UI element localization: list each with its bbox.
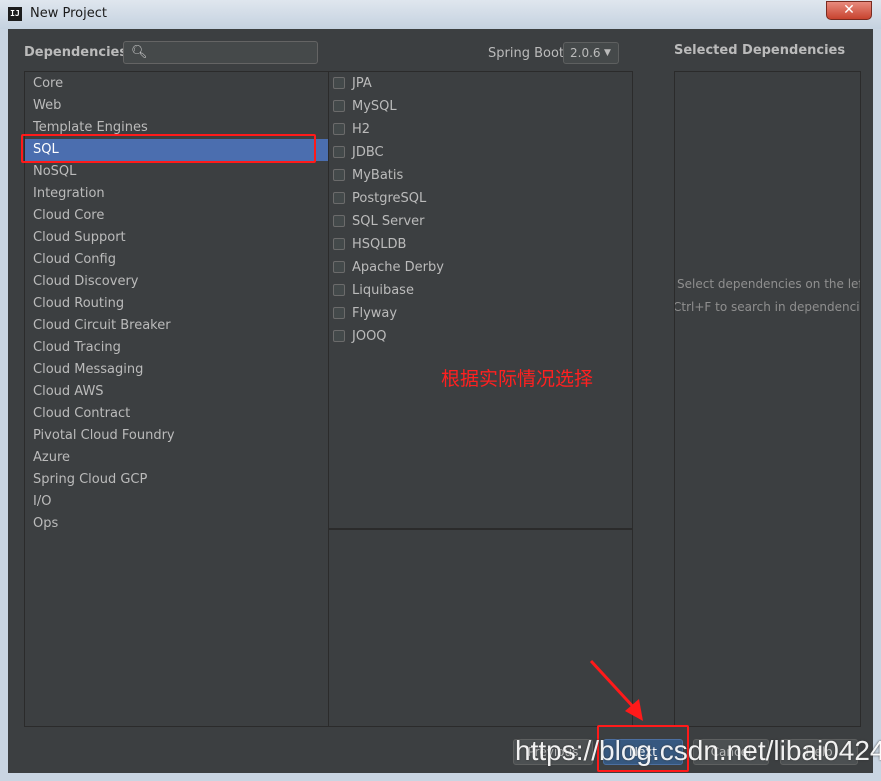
spring-boot-version-value: 2.0.6 xyxy=(570,46,601,60)
category-item[interactable]: Cloud AWS xyxy=(25,381,328,403)
annotation-text: 根据实际情况选择 xyxy=(441,368,594,390)
window-frame-bottom xyxy=(0,773,881,781)
dependency-label: MySQL xyxy=(352,99,397,114)
selected-hint-line1: Select dependencies on the left xyxy=(677,277,861,291)
category-item[interactable]: Cloud Circuit Breaker xyxy=(25,315,328,337)
category-item[interactable]: Azure xyxy=(25,447,328,469)
dependency-label: HSQLDB xyxy=(352,237,407,252)
window-frame-left xyxy=(0,29,8,781)
spring-boot-label: Spring Boot xyxy=(488,46,565,61)
category-item[interactable]: I/O xyxy=(25,491,328,513)
category-item[interactable]: Cloud Contract xyxy=(25,403,328,425)
window-frame-right xyxy=(873,29,881,781)
annotation-arrow-icon xyxy=(589,659,643,721)
dependencies-title: Dependencies xyxy=(24,45,128,60)
selected-hint-line2: Ctrl+F to search in dependencies xyxy=(674,300,861,314)
category-item[interactable]: Cloud Routing xyxy=(25,293,328,315)
category-item[interactable]: Cloud Tracing xyxy=(25,337,328,359)
search-icon: 🔍︎ xyxy=(131,45,148,60)
window-titlebar: IJ New Project ✕ xyxy=(0,0,881,30)
category-item[interactable]: Pivotal Cloud Foundry xyxy=(25,425,328,447)
selected-dependencies-title: Selected Dependencies xyxy=(674,43,846,58)
dependency-checkbox[interactable] xyxy=(333,261,345,273)
search-box[interactable]: 🔍︎ xyxy=(123,41,318,64)
category-item[interactable]: Cloud Core xyxy=(25,205,328,227)
dependency-label: PostgreSQL xyxy=(352,191,427,206)
search-input[interactable] xyxy=(148,43,316,64)
dependency-checkbox[interactable] xyxy=(333,192,345,204)
dependency-label: Liquibase xyxy=(352,283,414,298)
dependency-label: MyBatis xyxy=(352,168,404,183)
dependency-checkbox[interactable] xyxy=(333,146,345,158)
dependency-label: JOOQ xyxy=(352,329,387,344)
category-item[interactable]: Cloud Discovery xyxy=(25,271,328,293)
spring-boot-version-select[interactable]: 2.0.6 ▼ xyxy=(563,42,619,64)
dependency-label: Apache Derby xyxy=(352,260,444,275)
dependency-label: JDBC xyxy=(352,145,384,160)
dependency-checkbox[interactable] xyxy=(333,77,345,89)
category-list: Core Web Template Engines SQL NoSQL Integrati… xyxy=(24,71,329,727)
category-item[interactable]: Cloud Support xyxy=(25,227,328,249)
category-item[interactable]: Cloud Config xyxy=(25,249,328,271)
dependency-list: JPA MySQL H2 JDBC MyBatis PostgreSQL SQL Serve… xyxy=(328,71,633,529)
dependency-label: H2 xyxy=(352,122,371,137)
sql-highlight-box xyxy=(21,134,316,163)
category-item[interactable]: Spring Cloud GCP xyxy=(25,469,328,491)
dependency-checkbox[interactable] xyxy=(333,330,345,342)
dependency-label: Flyway xyxy=(352,306,398,321)
category-item[interactable]: Core xyxy=(25,73,328,95)
category-item[interactable]: Web xyxy=(25,95,328,117)
dependency-checkbox[interactable] xyxy=(333,215,345,227)
close-button[interactable]: ✕ xyxy=(826,1,872,20)
chevron-down-icon: ▼ xyxy=(604,48,611,58)
dependency-label: JPA xyxy=(352,76,372,91)
category-item[interactable]: Ops xyxy=(25,513,328,535)
dependency-checkbox[interactable] xyxy=(333,307,345,319)
dependency-checkbox[interactable] xyxy=(333,169,345,181)
intellij-app-icon: IJ xyxy=(8,7,22,21)
dependency-checkbox[interactable] xyxy=(333,284,345,296)
category-item[interactable]: Integration xyxy=(25,183,328,205)
dependency-checkbox[interactable] xyxy=(333,100,345,112)
category-item[interactable]: Cloud Messaging xyxy=(25,359,328,381)
dependency-checkbox[interactable] xyxy=(333,238,345,250)
dependency-checkbox[interactable] xyxy=(333,123,345,135)
window-title: New Project xyxy=(30,6,107,21)
selected-dependencies-panel: Select dependencies on the left Ctrl+F t… xyxy=(674,71,861,727)
watermark-text: https://blog.csdn.net/libai0424 xyxy=(515,735,881,766)
category-item[interactable]: NoSQL xyxy=(25,161,328,183)
dependency-label: SQL Server xyxy=(352,214,425,229)
